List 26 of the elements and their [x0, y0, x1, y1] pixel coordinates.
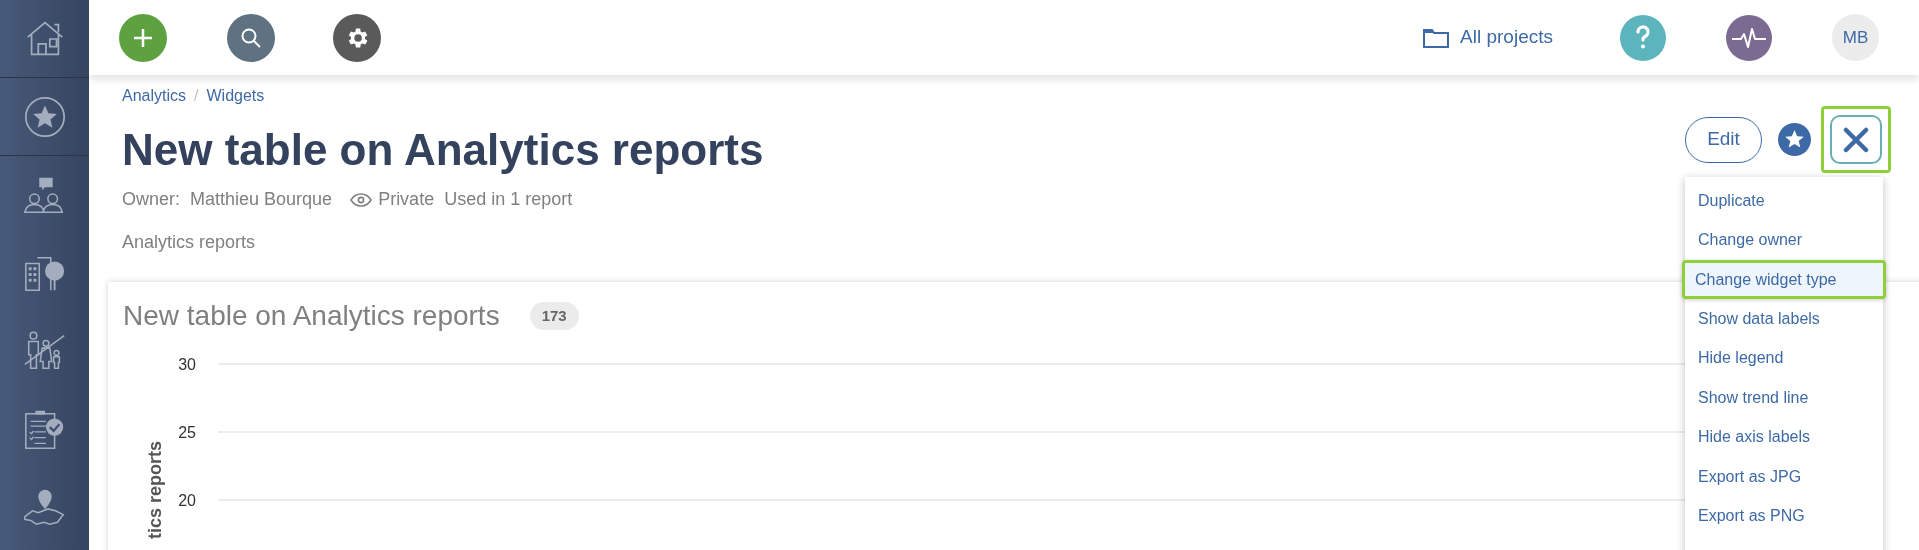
menu-item[interactable]: Show trend line	[1685, 378, 1883, 418]
menu-item[interactable]: Hide axis labels	[1685, 417, 1883, 457]
menu-item[interactable]: Duplicate	[1685, 181, 1883, 221]
menu-item[interactable]: Hide legend	[1685, 338, 1883, 378]
usage-label: Used in 1 report	[444, 188, 573, 211]
breadcrumb-separator: /	[194, 86, 199, 106]
y-tick-label: 25	[178, 424, 196, 441]
visibility-label: Private	[378, 188, 435, 211]
y-tick-label: 30	[178, 356, 196, 373]
breadcrumb-link[interactable]: Widgets	[206, 84, 265, 108]
page-title: New table on Analytics reports	[122, 124, 764, 176]
breadcrumb-link[interactable]: Analytics	[122, 84, 187, 108]
y-axis-title: tics reports	[145, 440, 165, 539]
menu-item[interactable]: Export as JPG	[1685, 457, 1883, 497]
y-tick-label: 20	[178, 492, 196, 509]
projects-link[interactable]: All projects	[1460, 23, 1553, 52]
widget-title: New table on Analytics reports	[123, 299, 500, 333]
report-name: Analytics reports	[122, 231, 256, 254]
owner-label: Owner:	[122, 188, 181, 211]
menu-item[interactable]: Change widget type	[1682, 260, 1886, 299]
menu-item[interactable]: Export as PNG	[1685, 496, 1883, 536]
count-badge: 173	[529, 301, 579, 331]
owner-name: Matthieu Bourque	[190, 188, 333, 211]
menu-item[interactable]: Show data labels	[1685, 299, 1883, 339]
menu-item[interactable]: Change owner	[1685, 220, 1883, 260]
user-avatar[interactable]: MB	[1832, 14, 1879, 61]
